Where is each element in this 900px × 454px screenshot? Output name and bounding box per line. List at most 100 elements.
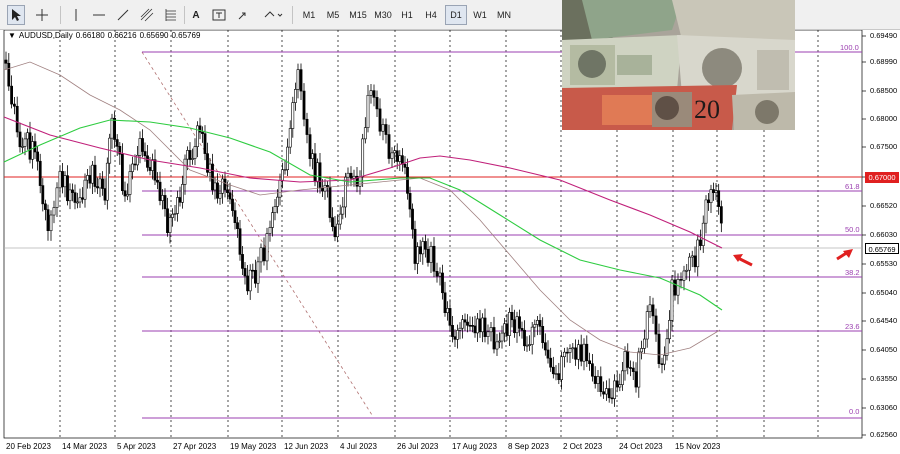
- candle-body: [316, 162, 319, 183]
- candle-body: [221, 178, 224, 194]
- candle-body: [660, 363, 664, 365]
- cursor-tool-button[interactable]: [7, 5, 25, 25]
- candle-body: [305, 118, 309, 135]
- candle-body: [503, 323, 506, 334]
- candle-body: [631, 367, 635, 372]
- timeframe-m30[interactable]: M30: [371, 5, 395, 25]
- candle-body: [620, 370, 624, 385]
- shapes-dropdown-button[interactable]: [260, 5, 286, 25]
- trendline-button[interactable]: [114, 5, 132, 25]
- candle-body: [259, 247, 263, 263]
- candle-body: [648, 304, 652, 312]
- candle-body: [246, 275, 250, 292]
- candle-body: [38, 160, 42, 186]
- text-tool-button[interactable]: A: [188, 5, 204, 25]
- candle-body: [668, 320, 671, 340]
- candle-body: [73, 192, 77, 203]
- candle-body: [363, 127, 367, 140]
- date-tick-label: 14 Mar 2023: [62, 442, 107, 451]
- candle-body: [693, 255, 697, 268]
- date-tick-label: 12 Jun 2023: [284, 442, 329, 451]
- arrows-button[interactable]: [235, 5, 255, 25]
- candle-body: [78, 197, 82, 203]
- timeframe-mn[interactable]: MN: [493, 5, 515, 25]
- candle-body: [21, 146, 24, 148]
- candle-body: [498, 340, 501, 343]
- candle-body: [395, 150, 399, 162]
- candle-body: [91, 164, 94, 184]
- candle-body: [349, 172, 353, 179]
- date-tick-label: 8 Sep 2023: [508, 442, 549, 451]
- candle-body: [369, 90, 373, 96]
- timeframe-h4[interactable]: H4: [420, 5, 442, 25]
- vertical-line-button[interactable]: [68, 5, 84, 25]
- candle-body: [123, 190, 127, 197]
- candle-body: [554, 373, 558, 375]
- candle-body: [408, 193, 412, 210]
- candle-body: [302, 90, 306, 120]
- candle-body: [378, 108, 382, 132]
- candle-body: [58, 171, 62, 189]
- candle-body: [384, 124, 388, 135]
- candle-body: [68, 189, 72, 202]
- candle-body: [538, 320, 542, 327]
- candle-body: [478, 318, 482, 333]
- candle-body: [712, 189, 715, 193]
- candle-body: [278, 179, 282, 198]
- candle-body: [421, 241, 425, 255]
- candle-body: [52, 207, 56, 216]
- price-tick-label: 0.68990: [870, 57, 898, 66]
- candle-body: [333, 226, 337, 238]
- candle-body: [23, 138, 27, 147]
- candle-body: [321, 187, 324, 192]
- candle-body: [390, 152, 394, 159]
- channel-button[interactable]: [138, 5, 156, 25]
- fibonacci-button[interactable]: [162, 5, 180, 25]
- candle-body: [18, 131, 22, 148]
- candle-body: [679, 279, 683, 281]
- candle-body: [110, 117, 114, 139]
- price-tick-label: 0.65530: [870, 259, 898, 268]
- candle-body: [328, 186, 332, 218]
- candle-body: [291, 102, 295, 129]
- current-price-box: 0.65769: [865, 243, 899, 254]
- candle-body: [416, 246, 420, 264]
- candle-body: [543, 342, 547, 351]
- candle-body: [528, 344, 532, 346]
- candle-body: [435, 270, 439, 277]
- candle-body: [96, 186, 99, 189]
- candle-body: [171, 213, 174, 218]
- level-price-box: 0.67000: [865, 172, 899, 183]
- candle-body: [446, 308, 449, 313]
- timeframe-m15[interactable]: M15: [346, 5, 370, 25]
- candle-body: [481, 317, 484, 333]
- candle-body: [318, 162, 322, 189]
- candle-body: [188, 150, 192, 160]
- candle-body: [704, 199, 708, 224]
- timeframe-w1[interactable]: W1: [469, 5, 491, 25]
- timeframe-m1[interactable]: M1: [298, 5, 320, 25]
- candle-body: [709, 189, 713, 203]
- candle-body: [186, 150, 189, 160]
- date-tick-label: 5 Apr 2023: [117, 442, 156, 451]
- candle-body: [262, 247, 266, 262]
- fib-label-50: 50.0: [845, 225, 860, 234]
- candle-body: [576, 344, 580, 360]
- timeframe-m5[interactable]: M5: [322, 5, 344, 25]
- text-label-button[interactable]: [210, 5, 228, 25]
- crosshair-tool-button[interactable]: [32, 5, 52, 25]
- candle-body: [398, 155, 402, 162]
- candle-body: [590, 363, 594, 377]
- candle-body: [105, 162, 109, 201]
- timeframe-d1[interactable]: D1: [445, 5, 467, 25]
- candle-body: [443, 292, 447, 313]
- candle-body: [236, 222, 239, 229]
- timeframe-h1[interactable]: H1: [396, 5, 418, 25]
- candle-body: [336, 223, 340, 238]
- candle-body: [208, 163, 212, 173]
- candle-body: [128, 171, 132, 195]
- candle-body: [196, 125, 199, 147]
- candle-body: [618, 384, 622, 388]
- horizontal-line-button[interactable]: [90, 5, 108, 25]
- date-tick-label: 2 Oct 2023: [563, 442, 603, 451]
